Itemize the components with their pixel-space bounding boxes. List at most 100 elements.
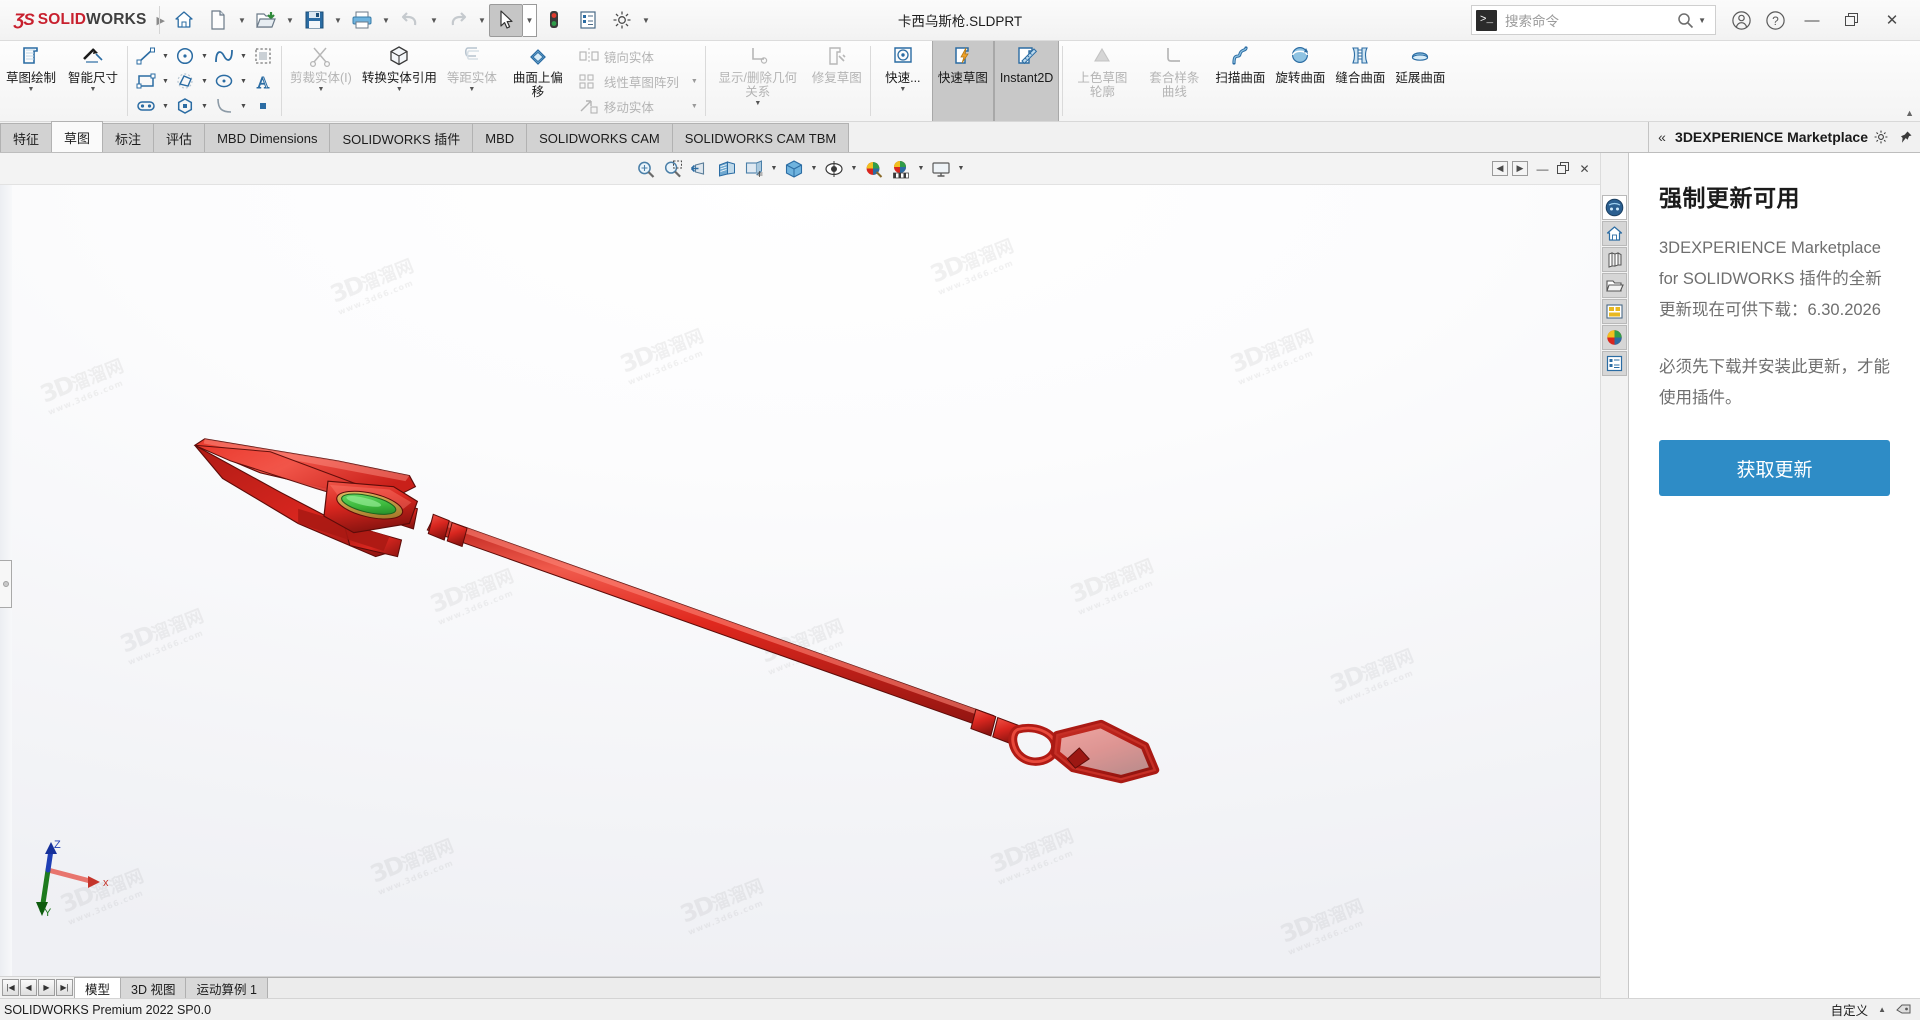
search-dropdown-caret-icon[interactable]: ▼ bbox=[1698, 16, 1706, 25]
fit-spline-button[interactable]: 套合样条曲线 bbox=[1138, 41, 1210, 121]
new-document-icon[interactable] bbox=[201, 4, 235, 37]
rectangle-icon[interactable] bbox=[133, 69, 159, 93]
document-prev-button[interactable]: ◀ bbox=[1492, 161, 1508, 176]
zoom-to-fit-icon[interactable] bbox=[633, 156, 660, 182]
ellipse-icon[interactable] bbox=[211, 69, 237, 93]
tab-solidworks-addins[interactable]: SOLIDWORKS 插件 bbox=[329, 123, 474, 152]
dock-file-explorer[interactable] bbox=[1602, 273, 1627, 298]
display-delete-relations-button[interactable]: 显示/删除几何关系 ▼ bbox=[709, 41, 807, 121]
account-icon[interactable] bbox=[1724, 3, 1758, 37]
file-properties-icon[interactable] bbox=[571, 4, 605, 37]
sens-tag-icon[interactable] bbox=[1896, 1003, 1912, 1017]
dock-solidworks-resources[interactable] bbox=[1602, 221, 1627, 246]
print-dropdown-caret-icon[interactable]: ▼ bbox=[379, 4, 393, 37]
spline-icon[interactable] bbox=[211, 44, 237, 68]
gear-icon[interactable] bbox=[1868, 129, 1894, 145]
pin-icon[interactable] bbox=[1894, 130, 1916, 145]
first-tab-button[interactable]: |◀ bbox=[2, 979, 19, 996]
display-style-icon[interactable] bbox=[781, 156, 808, 182]
repair-sketch-button[interactable]: 修复草图 bbox=[807, 41, 867, 121]
linear-sketch-pattern-item[interactable]: 线性草图阵列 ▼ bbox=[574, 69, 702, 94]
quick-snaps-button[interactable]: 快速... ▼ bbox=[874, 41, 932, 121]
tab-sketch[interactable]: 草图 bbox=[51, 121, 104, 152]
document-minimize-button[interactable]: — bbox=[1532, 158, 1553, 180]
display-style-caret-icon[interactable]: ▼ bbox=[808, 156, 821, 182]
offset-on-surface-button[interactable]: 曲面上偏移 bbox=[502, 41, 574, 121]
offset-entities-button[interactable]: 等距实体 ▼ bbox=[442, 41, 502, 121]
view-orientation-caret-icon[interactable]: ▼ bbox=[768, 156, 781, 182]
edit-appearance-icon[interactable] bbox=[861, 156, 888, 182]
convert-entities-button[interactable]: 转换实体引用 ▼ bbox=[357, 41, 442, 121]
customize-label[interactable]: 自定义 bbox=[1831, 1000, 1869, 1019]
quick-snaps-dropdown-caret-icon[interactable]: ▼ bbox=[899, 86, 906, 94]
tab-solidworks-cam-tbm[interactable]: SOLIDWORKS CAM TBM bbox=[671, 123, 850, 152]
close-button[interactable]: ✕ bbox=[1872, 3, 1912, 37]
restore-button[interactable] bbox=[1832, 3, 1872, 37]
tab-mbd[interactable]: MBD bbox=[472, 123, 528, 152]
save-dropdown-caret-icon[interactable]: ▼ bbox=[331, 4, 345, 37]
chevrons-left-icon[interactable]: « bbox=[1649, 129, 1675, 145]
tab-mbd-dimensions[interactable]: MBD Dimensions bbox=[204, 123, 331, 152]
revolved-surface-button[interactable]: 旋转曲面 bbox=[1270, 41, 1330, 121]
arc-dropdown-caret-icon[interactable]: ▼ bbox=[237, 94, 250, 118]
home-icon[interactable] bbox=[167, 4, 201, 37]
open-folder-icon[interactable] bbox=[249, 4, 283, 37]
dock-design-library[interactable] bbox=[1602, 247, 1627, 272]
model-3d-spear[interactable] bbox=[0, 185, 1600, 976]
sketch-button[interactable]: 草图绘制 ▼ bbox=[0, 41, 62, 121]
hexagon-dropdown-caret-icon[interactable]: ▼ bbox=[198, 94, 211, 118]
mirror-entities-item[interactable]: 镜向实体 bbox=[574, 44, 702, 69]
save-icon[interactable] bbox=[297, 4, 331, 37]
trim-region-icon[interactable] bbox=[250, 44, 276, 68]
select-cursor-icon[interactable] bbox=[489, 3, 523, 37]
view-settings-caret-icon[interactable]: ▼ bbox=[955, 156, 968, 182]
rectangle-dropdown-caret-icon[interactable]: ▼ bbox=[159, 69, 172, 93]
search-input[interactable]: >_ 搜索命令 ▼ bbox=[1471, 5, 1716, 35]
linear-sketch-pattern-dropdown-caret-icon[interactable]: ▼ bbox=[679, 78, 698, 85]
customize-caret-icon[interactable]: ▲ bbox=[1878, 1005, 1886, 1014]
ribbon-collapse-caret-icon[interactable]: ▲ bbox=[1905, 108, 1914, 118]
polygon-slot-icon[interactable] bbox=[172, 69, 198, 93]
bottom-tab-3d-views[interactable]: 3D 视图 bbox=[120, 977, 187, 998]
last-tab-button[interactable]: ▶| bbox=[56, 979, 73, 996]
smart-dimension-button[interactable]: 智能尺寸 ▼ bbox=[62, 41, 124, 121]
tab-solidworks-cam[interactable]: SOLIDWORKS CAM bbox=[526, 123, 673, 152]
print-icon[interactable] bbox=[345, 4, 379, 37]
tab-markup[interactable]: 标注 bbox=[102, 123, 155, 152]
bottom-tab-motion-study[interactable]: 运动算例 1 bbox=[185, 977, 268, 998]
hexagon-icon[interactable] bbox=[172, 94, 198, 118]
redo-icon[interactable] bbox=[441, 4, 475, 37]
trim-entities-button[interactable]: 剪裁实体(I) ▼ bbox=[285, 41, 357, 121]
circle-dropdown-caret-icon[interactable]: ▼ bbox=[198, 44, 211, 68]
rebuild-icon[interactable] bbox=[537, 4, 571, 37]
minimize-button[interactable]: — bbox=[1792, 3, 1832, 37]
hide-show-items-caret-icon[interactable]: ▼ bbox=[848, 156, 861, 182]
graphics-viewport[interactable]: 3D溜溜网 www.3d66.com 3D溜溜网 www.3d66.com 3D溜溜… bbox=[0, 185, 1600, 976]
apply-scene-icon[interactable] bbox=[888, 156, 915, 182]
smart-dimension-dropdown-caret-icon[interactable]: ▼ bbox=[90, 86, 97, 94]
move-entities-dropdown-caret-icon[interactable]: ▼ bbox=[679, 103, 698, 110]
slot-icon[interactable] bbox=[133, 94, 159, 118]
dock-appearances-scenes[interactable] bbox=[1602, 325, 1627, 350]
sketch-dropdown-caret-icon[interactable]: ▼ bbox=[28, 86, 35, 94]
rapid-sketch-button[interactable]: 快速草图 bbox=[931, 41, 994, 121]
line-dropdown-caret-icon[interactable]: ▼ bbox=[159, 44, 172, 68]
dock-view-palette[interactable] bbox=[1602, 299, 1627, 324]
options-dropdown-caret-icon[interactable]: ▼ bbox=[639, 4, 653, 37]
prev-tab-button[interactable]: ◀ bbox=[20, 979, 37, 996]
text-icon[interactable]: A bbox=[250, 69, 276, 93]
get-update-button[interactable]: 获取更新 bbox=[1659, 440, 1890, 496]
swept-surface-button[interactable]: 扫描曲面 bbox=[1210, 41, 1270, 121]
instant2d-button[interactable]: Instant2D bbox=[993, 41, 1060, 121]
section-view-icon[interactable] bbox=[714, 156, 741, 182]
select-dropdown-caret-icon[interactable]: ▼ bbox=[523, 3, 537, 37]
tab-evaluate[interactable]: 评估 bbox=[153, 123, 206, 152]
polygon-slot-dropdown-caret-icon[interactable]: ▼ bbox=[198, 69, 211, 93]
knit-surface-button[interactable]: 缝合曲面 bbox=[1330, 41, 1390, 121]
trim-entities-dropdown-caret-icon[interactable]: ▼ bbox=[317, 86, 324, 94]
options-gear-icon[interactable] bbox=[605, 4, 639, 37]
hide-show-items-icon[interactable] bbox=[821, 156, 848, 182]
offset-entities-dropdown-caret-icon[interactable]: ▼ bbox=[468, 86, 475, 94]
next-tab-button[interactable]: ▶ bbox=[38, 979, 55, 996]
dock-custom-properties[interactable] bbox=[1602, 351, 1627, 376]
